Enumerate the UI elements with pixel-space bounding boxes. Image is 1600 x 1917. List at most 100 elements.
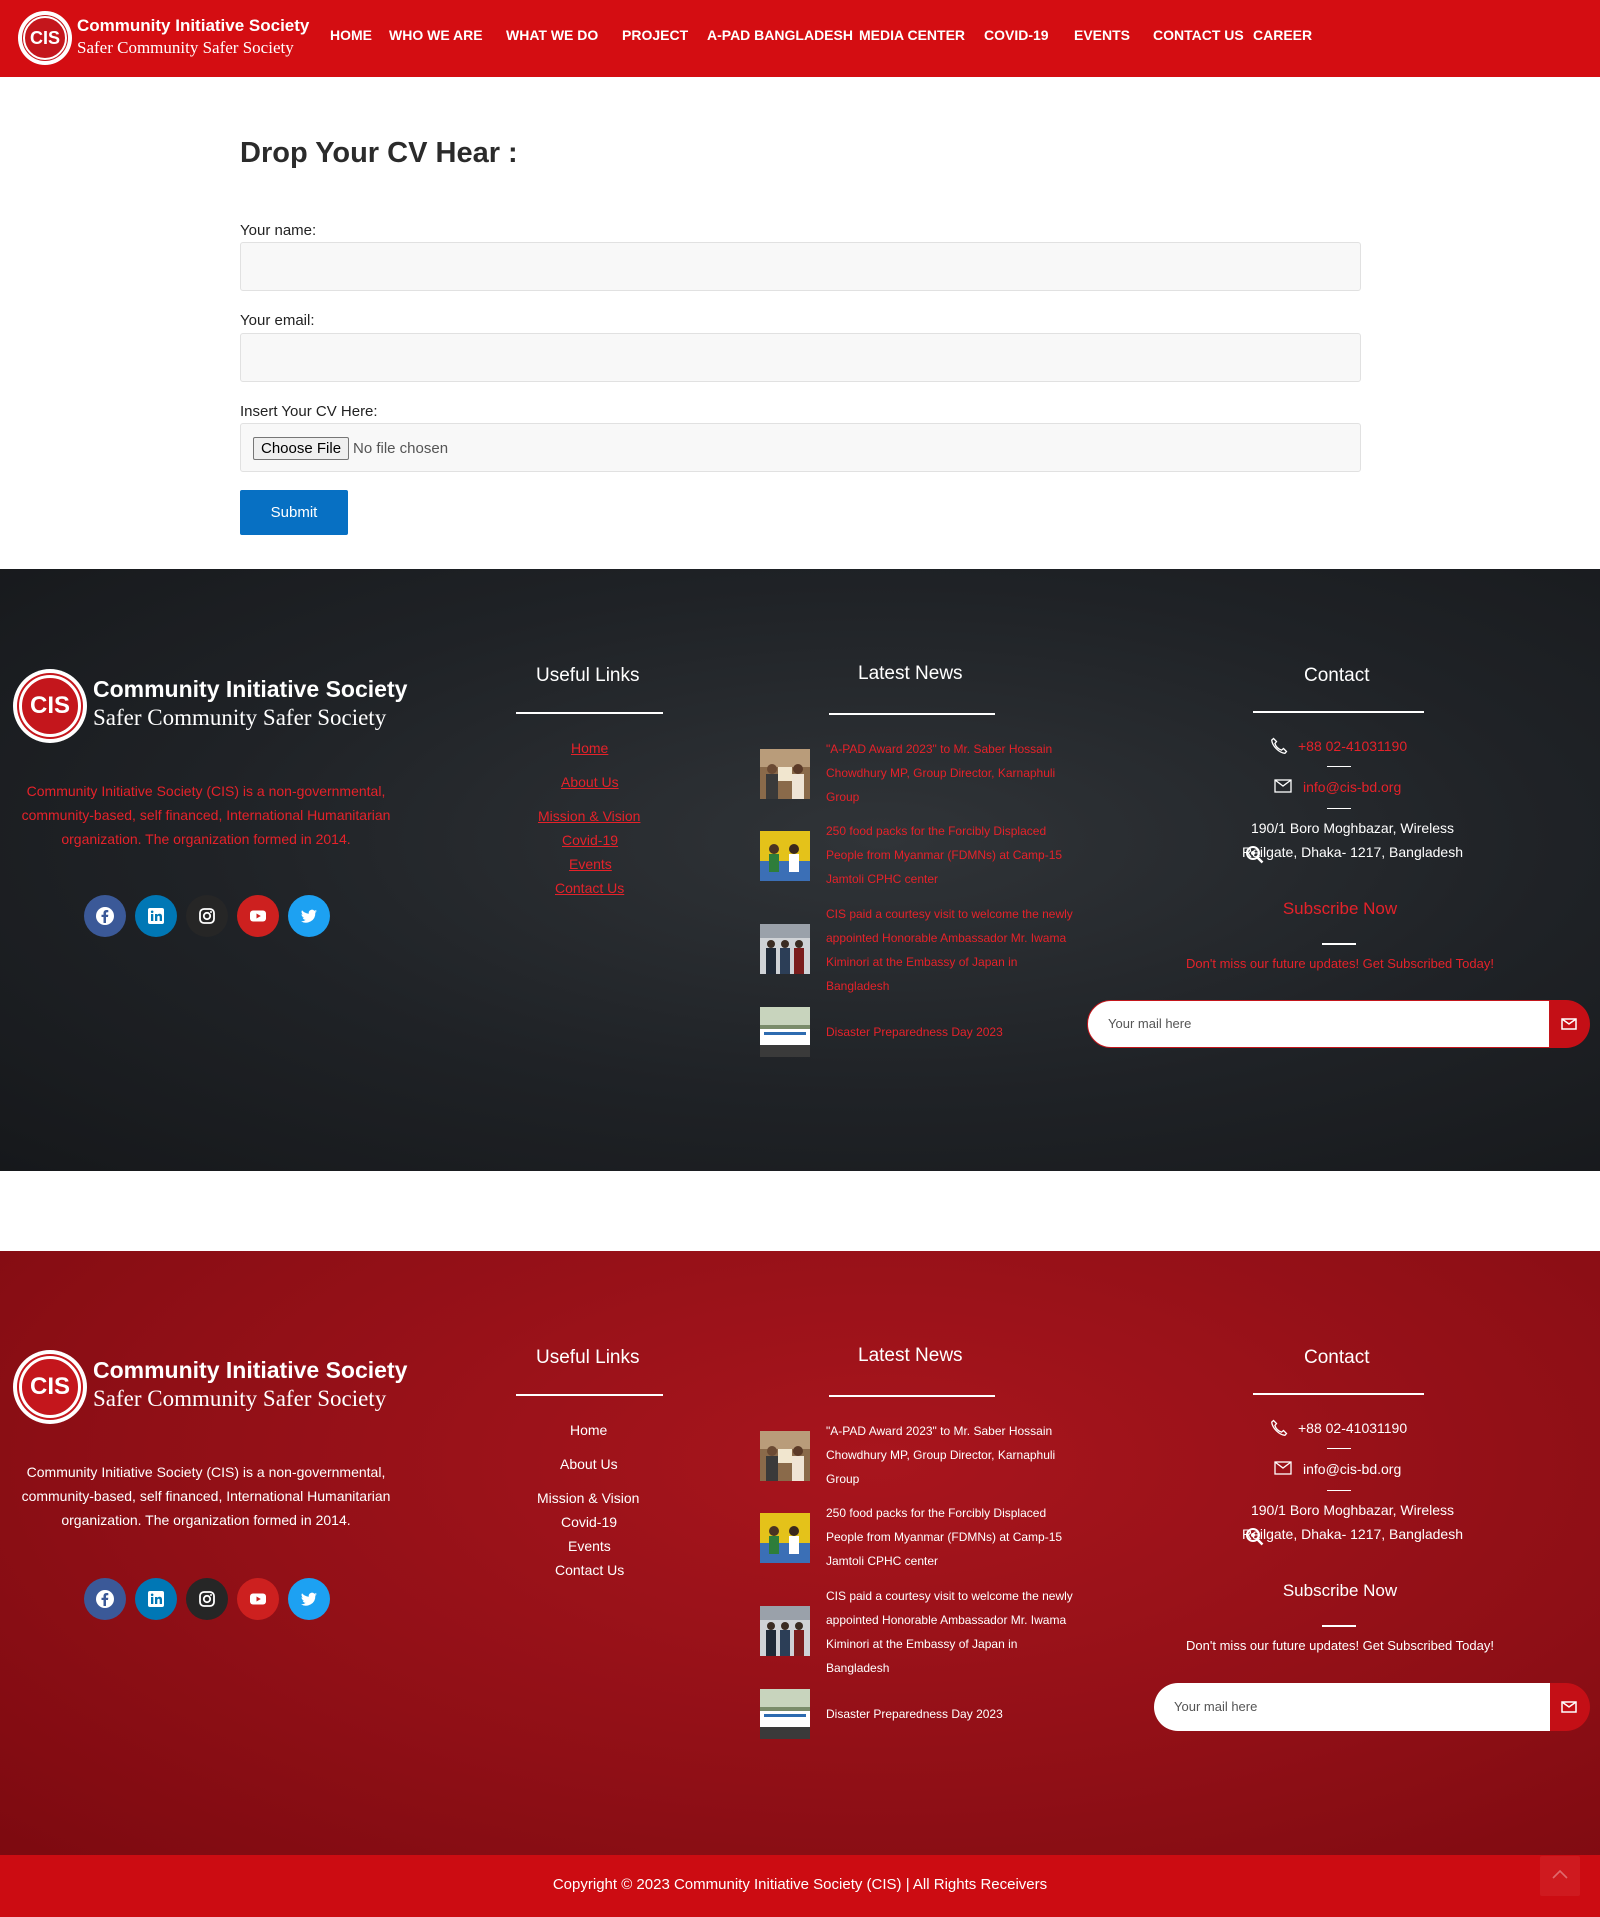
contact-address: 190/1 Boro Moghbazar, Wireless Railgate,… — [1241, 1502, 1464, 1542]
choose-file-button[interactable]: Choose File — [253, 437, 350, 460]
facebook-icon[interactable] — [84, 1578, 126, 1620]
footer-logo[interactable]: CIS — [13, 1350, 87, 1424]
brand-name[interactable]: Community Initiative Society — [77, 16, 309, 36]
contact-email[interactable]: info@cis-bd.org — [1303, 1461, 1401, 1477]
latest-news-divider — [829, 713, 995, 715]
nav-who-we-are[interactable]: WHO WE ARE — [389, 27, 483, 43]
latest-news-title: Latest News — [858, 663, 963, 684]
news-thumbnail[interactable] — [760, 749, 810, 799]
footer-link-contact-us[interactable]: Contact Us — [555, 1562, 624, 1578]
footer-link-covid-19[interactable]: Covid-19 — [562, 832, 618, 848]
nav-what-we-do[interactable]: WHAT WE DO — [506, 27, 598, 43]
contact-divider — [1253, 711, 1424, 713]
cis-logo[interactable]: CIS — [18, 11, 72, 65]
news-thumbnail[interactable] — [760, 1431, 810, 1481]
news-item-1[interactable]: "A-PAD Award 2023" to Mr. Saber Hossain … — [826, 1419, 1076, 1491]
subscribe-button[interactable] — [1550, 1683, 1590, 1731]
submit-button[interactable]: Submit — [240, 490, 348, 535]
contact-title: Contact — [1304, 1347, 1370, 1368]
nav-media-center[interactable]: MEDIA CENTER — [859, 27, 965, 43]
subscribe-divider — [1322, 1625, 1356, 1627]
news-item-4[interactable]: Disaster Preparedness Day 2023 — [826, 1020, 1076, 1044]
news-item-3[interactable]: CIS paid a courtesy visit to welcome the… — [826, 902, 1076, 998]
brand-tagline: Safer Community Safer Society — [77, 38, 294, 57]
mail-icon — [1274, 1461, 1292, 1480]
footer-link-about-us[interactable]: About Us — [560, 1456, 618, 1472]
footer-brand-name: Community Initiative Society — [93, 1357, 408, 1383]
footer-logo[interactable]: CIS — [13, 669, 87, 743]
subscribe-text: Don't miss our future updates! Get Subsc… — [1186, 1638, 1494, 1653]
useful-links-title: Useful Links — [536, 1347, 640, 1368]
footer-brand-tagline: Safer Community Safer Society — [93, 1386, 387, 1411]
footer-brand-name: Community Initiative Society — [93, 676, 408, 702]
news-item-2[interactable]: 250 food packs for the Forcibly Displace… — [826, 1501, 1076, 1573]
news-item-4[interactable]: Disaster Preparedness Day 2023 — [826, 1702, 1076, 1726]
useful-links-divider — [516, 1394, 663, 1396]
facebook-icon[interactable] — [84, 895, 126, 937]
footer-link-covid-19[interactable]: Covid-19 — [561, 1514, 617, 1530]
footer-description: Community Initiative Society (CIS) is a … — [21, 783, 391, 847]
phone-icon — [1270, 737, 1288, 760]
contact-phone[interactable]: +88 02-41031190 — [1298, 1420, 1407, 1436]
subscribe-button[interactable] — [1550, 1000, 1590, 1048]
footer-link-mission-vision[interactable]: Mission & Vision — [537, 1490, 639, 1506]
nav-covid-19[interactable]: COVID-19 — [984, 27, 1049, 43]
nav-events[interactable]: EVENTS — [1074, 27, 1130, 43]
subscribe-email-input[interactable]: Your mail here — [1154, 1683, 1550, 1731]
news-thumbnail[interactable] — [760, 831, 810, 881]
twitter-icon[interactable] — [288, 895, 330, 937]
footer-link-about-us[interactable]: About Us — [561, 774, 619, 790]
footer-link-events[interactable]: Events — [569, 856, 612, 872]
subscribe-title: Subscribe Now — [1282, 1581, 1398, 1600]
instagram-icon[interactable] — [186, 895, 228, 937]
subscribe-text: Don't miss our future updates! Get Subsc… — [1186, 956, 1494, 971]
footer-logo-text: CIS — [29, 692, 70, 719]
contact-divider — [1253, 1393, 1424, 1395]
footer-link-events[interactable]: Events — [568, 1538, 611, 1554]
logo-text: CIS — [29, 28, 60, 48]
news-item-1[interactable]: "A-PAD Award 2023" to Mr. Saber Hossain … — [826, 737, 1076, 809]
file-status: No file chosen — [353, 440, 449, 457]
news-thumbnail[interactable] — [760, 1513, 810, 1563]
contact-phone[interactable]: +88 02-41031190 — [1298, 738, 1407, 754]
mail-icon — [1274, 779, 1292, 798]
youtube-icon[interactable] — [237, 895, 279, 937]
footer-red: CIS Community Initiative Society Safer C… — [0, 1251, 1600, 1855]
scroll-to-top-button[interactable] — [1540, 1856, 1580, 1896]
news-item-2[interactable]: 250 food packs for the Forcibly Displace… — [826, 819, 1076, 891]
email-field[interactable] — [240, 333, 1361, 382]
footer-link-home[interactable]: Home — [570, 1422, 607, 1438]
contact-separator — [1327, 1448, 1351, 1449]
youtube-icon[interactable] — [237, 1578, 279, 1620]
email-label: Your email: — [240, 312, 315, 329]
contact-separator — [1327, 766, 1351, 767]
page-title: Drop Your CV Hear : — [240, 137, 518, 169]
news-thumbnail[interactable] — [760, 1007, 810, 1057]
footer-link-mission-vision[interactable]: Mission & Vision — [538, 808, 640, 824]
nav-home[interactable]: HOME — [330, 27, 372, 43]
news-thumbnail[interactable] — [760, 924, 810, 974]
linkedin-icon[interactable] — [135, 895, 177, 937]
footer-link-home[interactable]: Home — [571, 740, 608, 756]
nav-project[interactable]: PROJECT — [622, 27, 688, 43]
contact-email[interactable]: info@cis-bd.org — [1303, 779, 1401, 795]
news-thumbnail[interactable] — [760, 1606, 810, 1656]
instagram-icon[interactable] — [186, 1578, 228, 1620]
copyright-text: Copyright © 2023 Community Initiative So… — [552, 1876, 1048, 1893]
footer-link-contact-us[interactable]: Contact Us — [555, 880, 624, 896]
useful-links-title: Useful Links — [536, 665, 640, 686]
subscribe-email-input[interactable]: Your mail here — [1087, 1000, 1550, 1048]
name-field[interactable] — [240, 242, 1361, 291]
contact-title: Contact — [1304, 665, 1370, 686]
contact-separator — [1327, 1490, 1351, 1491]
news-thumbnail[interactable] — [760, 1689, 810, 1739]
nav-apad-bangladesh[interactable]: A-PAD BANGLADESH — [707, 27, 853, 43]
footer-logo-text: CIS — [29, 1373, 70, 1400]
linkedin-icon[interactable] — [135, 1578, 177, 1620]
nav-contact-us[interactable]: CONTACT US — [1153, 27, 1244, 43]
news-item-3[interactable]: CIS paid a courtesy visit to welcome the… — [826, 1584, 1076, 1680]
twitter-icon[interactable] — [288, 1578, 330, 1620]
contact-address: 190/1 Boro Moghbazar, Wireless Railgate,… — [1241, 820, 1464, 860]
cv-file-input[interactable]: Choose File No file chosen — [240, 423, 1361, 472]
nav-career[interactable]: CAREER — [1253, 27, 1312, 43]
